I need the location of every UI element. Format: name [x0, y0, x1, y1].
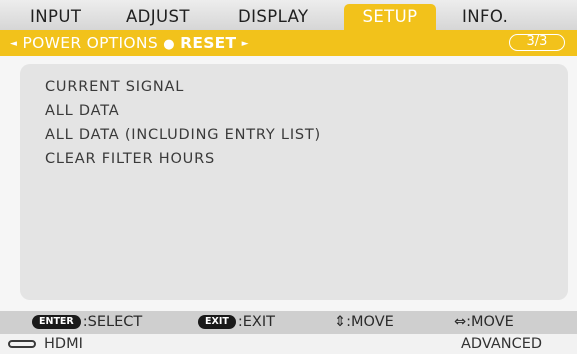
hdmi-icon: [8, 340, 36, 348]
menu-mode-label: ADVANCED: [461, 336, 543, 352]
tab-adjust[interactable]: ADJUST: [126, 4, 190, 30]
menu-item-all-data-including-entry-list[interactable]: ALL DATA (INCLUDING ENTRY LIST): [45, 126, 321, 144]
right-arrow-icon[interactable]: ►: [242, 39, 249, 49]
tab-info[interactable]: INFO.: [462, 4, 508, 30]
left-right-arrows-icon: ⇔: [454, 314, 467, 330]
tab-setup[interactable]: SETUP: [344, 4, 436, 30]
separator-dot-icon: ●: [163, 37, 175, 52]
key-hint-move-vertical: ⇕:MOVE: [334, 313, 394, 332]
content-panel: CURRENT SIGNAL ALL DATA ALL DATA (INCLUD…: [0, 56, 577, 311]
exit-key-icon: EXIT: [198, 315, 236, 329]
key-hint-move-horizontal: ⇔:MOVE: [454, 313, 514, 332]
page-indicator: 3/3: [509, 34, 565, 51]
key-hint-bar: ENTER:SELECT EXIT:EXIT ⇕:MOVE ⇔:MOVE: [0, 311, 577, 334]
tab-display[interactable]: DISPLAY: [238, 4, 308, 30]
enter-key-icon: ENTER: [32, 315, 81, 329]
status-bar: HDMI ADVANCED: [0, 334, 577, 354]
submenu-bar: ◄ POWER OPTIONS ● RESET ► 3/3: [0, 30, 577, 56]
up-down-arrows-icon: ⇕: [334, 314, 347, 330]
key-hint-exit: EXIT:EXIT: [198, 313, 275, 332]
breadcrumb: ◄ POWER OPTIONS ● RESET ►: [10, 30, 249, 56]
key-hint-label: :EXIT: [237, 314, 275, 330]
input-source-label: HDMI: [44, 336, 83, 352]
menu-tab-bar: INPUT ADJUST DISPLAY SETUP INFO.: [0, 0, 577, 30]
breadcrumb-parent[interactable]: POWER OPTIONS: [22, 34, 157, 52]
key-hint-label: :SELECT: [82, 314, 143, 330]
left-arrow-icon[interactable]: ◄: [10, 39, 17, 49]
breadcrumb-current[interactable]: RESET: [180, 34, 236, 52]
menu-item-all-data[interactable]: ALL DATA: [45, 102, 119, 120]
menu-item-current-signal[interactable]: CURRENT SIGNAL: [45, 78, 184, 96]
menu-item-clear-filter-hours[interactable]: CLEAR FILTER HOURS: [45, 150, 215, 168]
tab-input[interactable]: INPUT: [30, 4, 81, 30]
key-hint-select: ENTER:SELECT: [32, 313, 142, 332]
key-hint-label: :MOVE: [466, 314, 514, 330]
menu-list: CURRENT SIGNAL ALL DATA ALL DATA (INCLUD…: [20, 64, 568, 300]
key-hint-label: :MOVE: [346, 314, 394, 330]
